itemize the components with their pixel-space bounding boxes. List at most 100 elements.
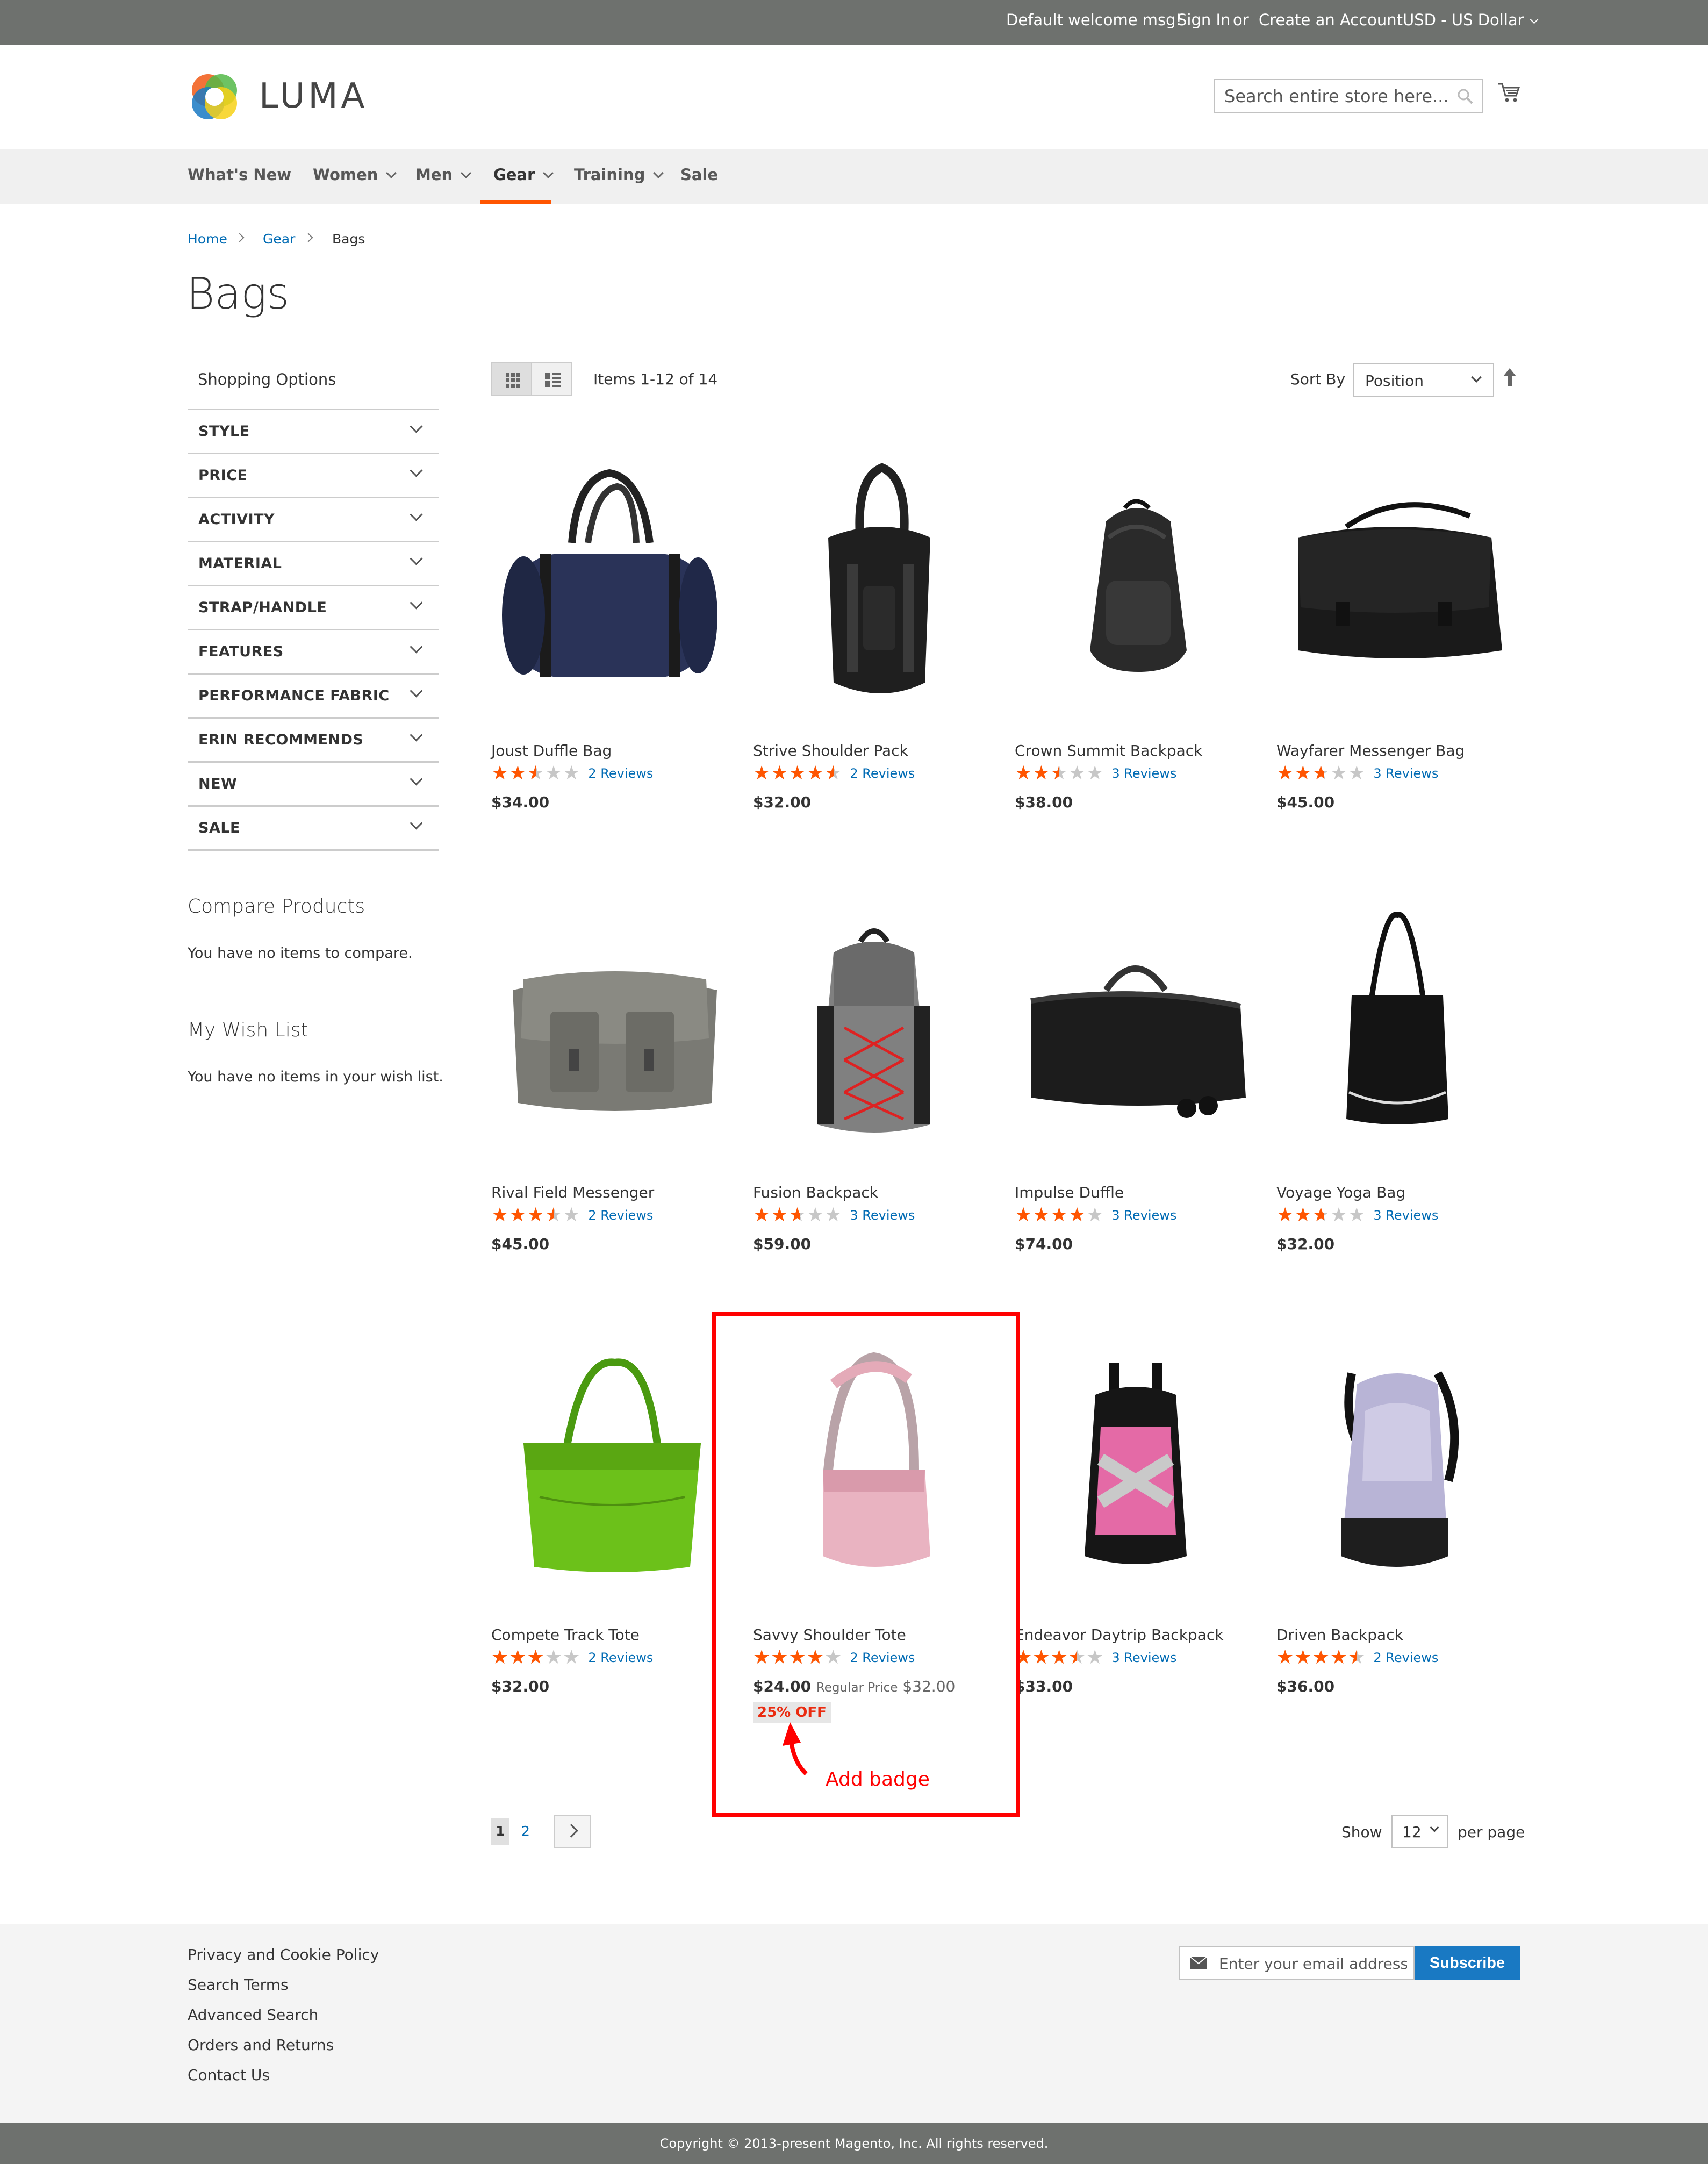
rating-stars: ★★★★★★★★★★ [1276, 1646, 1366, 1668]
product-image-track-tote[interactable] [491, 1341, 733, 1599]
search-input[interactable] [1224, 87, 1450, 106]
breadcrumb-home[interactable]: Home [188, 231, 227, 247]
reviews-link[interactable]: 2 Reviews [1373, 1649, 1438, 1667]
filter-performance-fabric[interactable]: PERFORMANCE FABRIC [188, 673, 439, 717]
product-name[interactable]: Driven Backpack [1276, 1626, 1403, 1644]
product-price: $45.00 [1276, 793, 1335, 811]
filter-new[interactable]: NEW [188, 761, 439, 805]
product-image-field-messenger[interactable] [491, 899, 733, 1157]
per-page-label: per page [1458, 1823, 1525, 1841]
footer-link-advanced-search[interactable]: Advanced Search [188, 2006, 318, 2024]
product-image-duffle-bag[interactable] [491, 457, 733, 715]
reviews-link[interactable]: 3 Reviews [1111, 764, 1176, 783]
product-name[interactable]: Strive Shoulder Pack [753, 742, 908, 759]
reviews-link[interactable]: 3 Reviews [1373, 764, 1438, 783]
nav-item-whats-new[interactable]: What's New [188, 166, 291, 184]
pager-page-link[interactable]: 2 [521, 1823, 530, 1839]
product-price: $74.00 [1015, 1235, 1073, 1253]
list-mode-button[interactable] [531, 362, 572, 396]
reviews-link[interactable]: 3 Reviews [1373, 1206, 1438, 1224]
chevron-down-icon [410, 596, 423, 610]
newsletter-email-input[interactable] [1219, 1954, 1407, 1973]
divider [188, 849, 439, 851]
subscribe-button[interactable]: Subscribe [1415, 1946, 1520, 1980]
cart-icon[interactable] [1497, 81, 1521, 104]
nav-item-gear[interactable]: Gear [493, 166, 554, 184]
create-account-link[interactable]: Create an Account [1259, 11, 1403, 29]
filter-erin-recommends[interactable]: ERIN RECOMMENDS [188, 717, 439, 761]
sort-select[interactable]: Position [1353, 363, 1494, 397]
filter-style[interactable]: STYLE [188, 409, 439, 453]
reviews-link[interactable]: 2 Reviews [588, 764, 653, 783]
product-image-daytrip-backpack[interactable] [1015, 1341, 1257, 1599]
filter-label: ERIN RECOMMENDS [198, 732, 364, 748]
reviews-link[interactable]: 2 Reviews [850, 764, 915, 783]
footer-link-privacy[interactable]: Privacy and Cookie Policy [188, 1946, 379, 1964]
sort-direction-arrow-icon[interactable] [1502, 367, 1518, 388]
product-image-sling-pack[interactable] [753, 457, 995, 715]
footer-link-search-terms[interactable]: Search Terms [188, 1976, 289, 1994]
reviews-link[interactable]: 2 Reviews [588, 1206, 653, 1224]
product-name[interactable]: Crown Summit Backpack [1015, 742, 1202, 759]
product-name[interactable]: Joust Duffle Bag [491, 742, 612, 759]
product-image-yoga-bag[interactable] [1276, 899, 1518, 1157]
chevron-right-icon [564, 1824, 578, 1838]
shopping-options-title: Shopping Options [198, 370, 336, 389]
pager-next-button[interactable] [554, 1815, 591, 1848]
reviews-link[interactable]: 3 Reviews [1111, 1649, 1176, 1667]
reviews-link[interactable]: 3 Reviews [850, 1206, 915, 1224]
grid-icon [506, 373, 520, 388]
nav-item-men[interactable]: Men [415, 166, 472, 184]
product-name[interactable]: Wayfarer Messenger Bag [1276, 742, 1465, 759]
chevron-down-icon [410, 640, 423, 654]
filter-label: STYLE [198, 423, 250, 440]
product-name[interactable]: Compete Track Tote [491, 1626, 640, 1644]
product-image-fusion-backpack[interactable] [753, 899, 995, 1157]
nav-item-women[interactable]: Women [313, 166, 397, 184]
product-image-rolling-duffle[interactable] [1015, 899, 1257, 1157]
filter-activity[interactable]: ACTIVITY [188, 497, 439, 541]
product-item: Crown Summit Backpack ★★★★★★★★★★ 3 Review… [1015, 457, 1257, 833]
logo-text[interactable]: LUMA [259, 76, 368, 116]
product-name[interactable]: Endeavor Daytrip Backpack [1015, 1626, 1223, 1644]
annotation-arrow-icon [783, 1722, 808, 1775]
luma-logo-icon[interactable] [188, 70, 241, 124]
product-rating: ★★★★★★★★★★ 2 Reviews [753, 764, 915, 783]
product-price: $34.00 [491, 793, 550, 811]
reviews-link[interactable]: 2 Reviews [588, 1649, 653, 1667]
nav-item-sale[interactable]: Sale [680, 166, 718, 184]
rating-stars: ★★★★★★★★★★ [1015, 1204, 1104, 1226]
product-image-backpack[interactable] [1015, 457, 1257, 715]
per-page-select[interactable]: 12 [1391, 1815, 1448, 1848]
product-image-driven-backpack[interactable] [1276, 1341, 1518, 1599]
sign-in-link[interactable]: Sign In [1177, 11, 1230, 29]
grid-mode-button[interactable] [491, 362, 532, 396]
filter-sale[interactable]: SALE [188, 805, 439, 849]
product-name[interactable]: Rival Field Messenger [491, 1184, 654, 1201]
product-item: Rival Field Messenger ★★★★★★★★★★ 2 Review… [491, 899, 733, 1275]
footer-link-contact[interactable]: Contact Us [188, 2066, 270, 2084]
product-price: $36.00 [1276, 1678, 1335, 1695]
filter-label: ACTIVITY [198, 511, 275, 528]
filter-price[interactable]: PRICE [188, 453, 439, 497]
product-name[interactable]: Impulse Duffle [1015, 1184, 1124, 1201]
nav-active-indicator [480, 200, 551, 204]
nav-item-training[interactable]: Training [574, 166, 664, 184]
filter-features[interactable]: FEATURES [188, 629, 439, 673]
product-image-messenger-bag[interactable] [1276, 457, 1518, 715]
footer-link-orders-returns[interactable]: Orders and Returns [188, 2036, 334, 2054]
currency-switcher[interactable]: USD - US Dollar [1403, 11, 1539, 29]
chevron-down-icon [410, 508, 423, 521]
breadcrumb-gear[interactable]: Gear [263, 231, 295, 247]
product-rating: ★★★★★★★★★★ 2 Reviews [491, 1648, 653, 1667]
product-name[interactable]: Fusion Backpack [753, 1184, 878, 1201]
search-icon[interactable] [1456, 87, 1474, 105]
rating-stars: ★★★★★★★★★★ [1276, 762, 1366, 784]
product-price: $45.00 [491, 1235, 550, 1253]
product-name[interactable]: Voyage Yoga Bag [1276, 1184, 1405, 1201]
currency-label: USD - US Dollar [1403, 11, 1524, 29]
product-price: $32.00 [1276, 1235, 1335, 1253]
filter-material[interactable]: MATERIAL [188, 541, 439, 585]
filter-strap-handle[interactable]: STRAP/HANDLE [188, 585, 439, 629]
reviews-link[interactable]: 3 Reviews [1111, 1206, 1176, 1224]
